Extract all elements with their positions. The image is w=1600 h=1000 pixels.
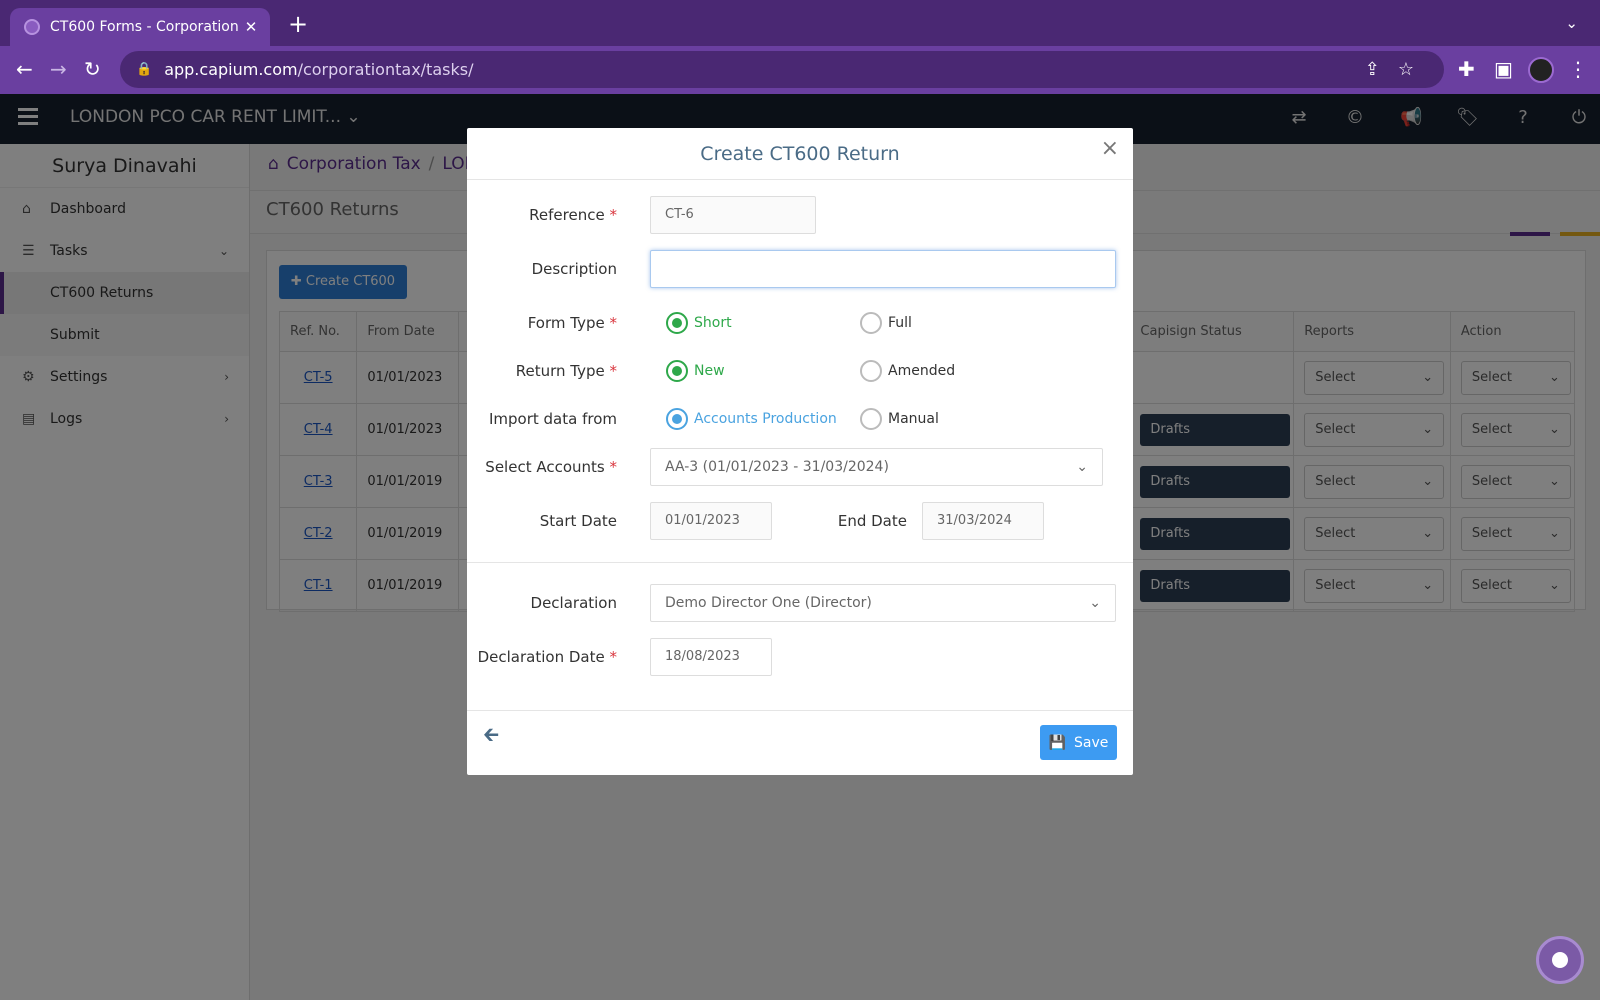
divider — [467, 710, 1133, 711]
browser-menu-icon[interactable]: ⋮ — [1568, 58, 1588, 80]
form-type-label: Form Type — [527, 314, 605, 332]
declaration-date-label: Declaration Date — [477, 648, 605, 666]
lock-icon: 🔒 — [136, 62, 153, 77]
declaration-date-field[interactable]: 18/08/2023 — [650, 638, 772, 676]
tab-search-chevron-icon[interactable]: ⌄ — [1565, 14, 1578, 32]
import-row: Import data from Accounts Production Man… — [467, 400, 1133, 438]
back-arrow-icon[interactable]: 🡰 — [483, 720, 499, 754]
modal-header: Create CT600 Return × — [467, 128, 1133, 180]
divider — [467, 562, 1133, 563]
required-mark: * — [609, 314, 618, 332]
required-mark: * — [609, 206, 618, 224]
radio-manual[interactable]: Manual — [860, 408, 939, 430]
extensions-icon[interactable]: ✚ — [1458, 58, 1475, 80]
start-date-label: Start Date — [539, 512, 617, 530]
return-type-label: Return Type — [515, 362, 605, 380]
form-type-row: Form Type * Short Full — [467, 304, 1133, 342]
reference-label: Reference — [529, 206, 605, 224]
declaration-label: Declaration — [530, 594, 617, 612]
url-path: /corporationtax/tasks/ — [297, 60, 474, 79]
capium-favicon-icon — [24, 19, 40, 35]
declaration-row: Declaration Demo Director One (Director)… — [467, 584, 1133, 622]
chat-widget-icon[interactable] — [1536, 936, 1584, 984]
reference-row: Reference * CT-6 — [467, 196, 1133, 234]
radio-full[interactable]: Full — [860, 312, 912, 334]
save-button[interactable]: 💾 Save — [1040, 725, 1117, 760]
reload-icon[interactable]: ↻ — [84, 58, 101, 80]
bookmark-star-icon[interactable]: ☆ — [1398, 59, 1414, 80]
radio-amended[interactable]: Amended — [860, 360, 955, 382]
radio-short[interactable]: Short — [666, 312, 732, 334]
accounts-select[interactable]: AA-3 (01/01/2023 - 31/03/2024) ⌄ — [650, 448, 1103, 486]
close-icon[interactable]: × — [1101, 136, 1119, 161]
chevron-down-icon: ⌄ — [1076, 459, 1088, 475]
required-mark: * — [609, 362, 618, 380]
required-mark: * — [609, 648, 618, 666]
modal-title: Create CT600 Return — [700, 143, 900, 165]
forward-icon[interactable]: → — [50, 58, 67, 80]
return-type-row: Return Type * New Amended — [467, 352, 1133, 390]
create-ct600-modal: Create CT600 Return × Reference * CT-6 D… — [467, 128, 1133, 775]
tab-title: CT600 Forms - Corporation Ta — [50, 19, 242, 35]
end-date-label: End Date — [837, 512, 907, 530]
browser-tabstrip: CT600 Forms - Corporation Ta ✕ + ⌄ — [0, 0, 1600, 46]
back-icon[interactable]: ← — [16, 58, 33, 80]
share-icon[interactable]: ⇪ — [1365, 59, 1380, 80]
declaration-select[interactable]: Demo Director One (Director) ⌄ — [650, 584, 1116, 622]
end-date-field[interactable]: 31/03/2024 — [922, 502, 1044, 540]
address-bar[interactable]: 🔒 app.capium.com/corporationtax/tasks/ ⇪… — [120, 51, 1444, 88]
radio-new[interactable]: New — [666, 360, 725, 382]
floppy-disk-icon: 💾 — [1048, 734, 1067, 751]
description-field[interactable] — [650, 250, 1116, 288]
accounts-row: Select Accounts * AA-3 (01/01/2023 - 31/… — [467, 448, 1133, 486]
save-label: Save — [1074, 734, 1109, 751]
profile-avatar[interactable] — [1528, 57, 1554, 83]
reference-field[interactable]: CT-6 — [650, 196, 816, 234]
chevron-down-icon: ⌄ — [1089, 595, 1101, 611]
description-row: Description — [467, 250, 1133, 288]
url-host: app.capium.com — [164, 60, 298, 79]
side-panel-icon[interactable]: ▣ — [1494, 58, 1513, 80]
new-tab-icon[interactable]: + — [288, 12, 308, 36]
required-mark: * — [609, 458, 618, 476]
radio-accounts-production[interactable]: Accounts Production — [666, 408, 837, 430]
browser-tab[interactable]: CT600 Forms - Corporation Ta ✕ — [10, 8, 270, 46]
description-label: Description — [531, 260, 617, 278]
tab-close-icon[interactable]: ✕ — [242, 18, 260, 36]
browser-toolbar: ← → ↻ 🔒 app.capium.com/corporationtax/ta… — [0, 46, 1600, 94]
declaration-date-row: Declaration Date * 18/08/2023 — [467, 638, 1133, 676]
accounts-label: Select Accounts — [485, 458, 605, 476]
import-label: Import data from — [488, 410, 617, 428]
dates-row: Start Date 01/01/2023 End Date 31/03/202… — [467, 502, 1133, 540]
start-date-field[interactable]: 01/01/2023 — [650, 502, 772, 540]
